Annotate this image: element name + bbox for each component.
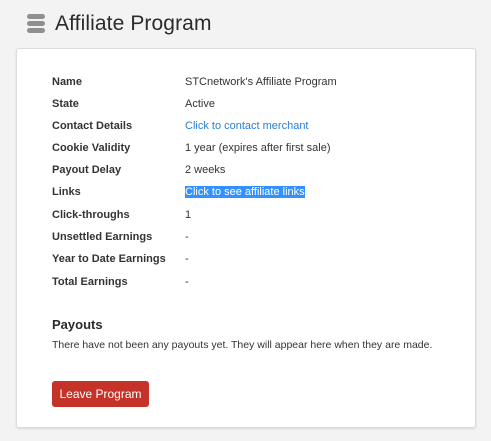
- detail-row-unsettled: Unsettled Earnings -: [52, 227, 189, 247]
- detail-value: 1 year (expires after first sale): [185, 142, 331, 154]
- detail-label: Year to Date Earnings: [52, 253, 166, 265]
- detail-label: Contact Details: [52, 120, 133, 132]
- detail-value: -: [185, 253, 189, 265]
- detail-label: Payout Delay: [52, 164, 122, 176]
- detail-value: 2 weeks: [185, 164, 226, 176]
- detail-label: Links: [52, 186, 81, 198]
- detail-label: Name: [52, 76, 82, 88]
- affiliate-links-link[interactable]: Click to see affiliate links: [185, 186, 305, 198]
- detail-row-contact: Contact Details Click to contact merchan…: [52, 116, 309, 136]
- page-header: Affiliate Program: [26, 10, 212, 38]
- detail-row-click-throughs: Click-throughs 1: [52, 205, 191, 225]
- detail-value: Active: [185, 98, 215, 110]
- detail-row-links: Links Click to see affiliate links: [52, 182, 305, 202]
- detail-row-total: Total Earnings -: [52, 272, 189, 292]
- detail-value: -: [185, 231, 189, 243]
- contact-merchant-link[interactable]: Click to contact merchant: [185, 120, 309, 132]
- page-title: Affiliate Program: [55, 12, 212, 35]
- detail-row-name: Name STCnetwork's Affiliate Program: [52, 72, 337, 92]
- detail-label: Cookie Validity: [52, 142, 131, 154]
- detail-value: STCnetwork's Affiliate Program: [185, 76, 337, 88]
- detail-row-cookie: Cookie Validity 1 year (expires after fi…: [52, 138, 331, 158]
- detail-label: Total Earnings: [52, 276, 128, 288]
- payouts-heading: Payouts: [52, 317, 103, 332]
- detail-label: State: [52, 98, 79, 110]
- program-details-card: Name STCnetwork's Affiliate Program Stat…: [16, 48, 476, 428]
- detail-label: Unsettled Earnings: [52, 231, 153, 243]
- detail-row-state: State Active: [52, 94, 215, 114]
- database-icon: [27, 14, 45, 33]
- detail-value: 1: [185, 209, 192, 221]
- detail-row-payout-delay: Payout Delay 2 weeks: [52, 160, 225, 180]
- detail-value: -: [185, 276, 189, 288]
- detail-label: Click-throughs: [52, 209, 130, 221]
- detail-row-ytd: Year to Date Earnings -: [52, 249, 189, 269]
- leave-program-button[interactable]: Leave Program: [52, 381, 149, 407]
- payouts-message: There have not been any payouts yet. The…: [52, 339, 433, 351]
